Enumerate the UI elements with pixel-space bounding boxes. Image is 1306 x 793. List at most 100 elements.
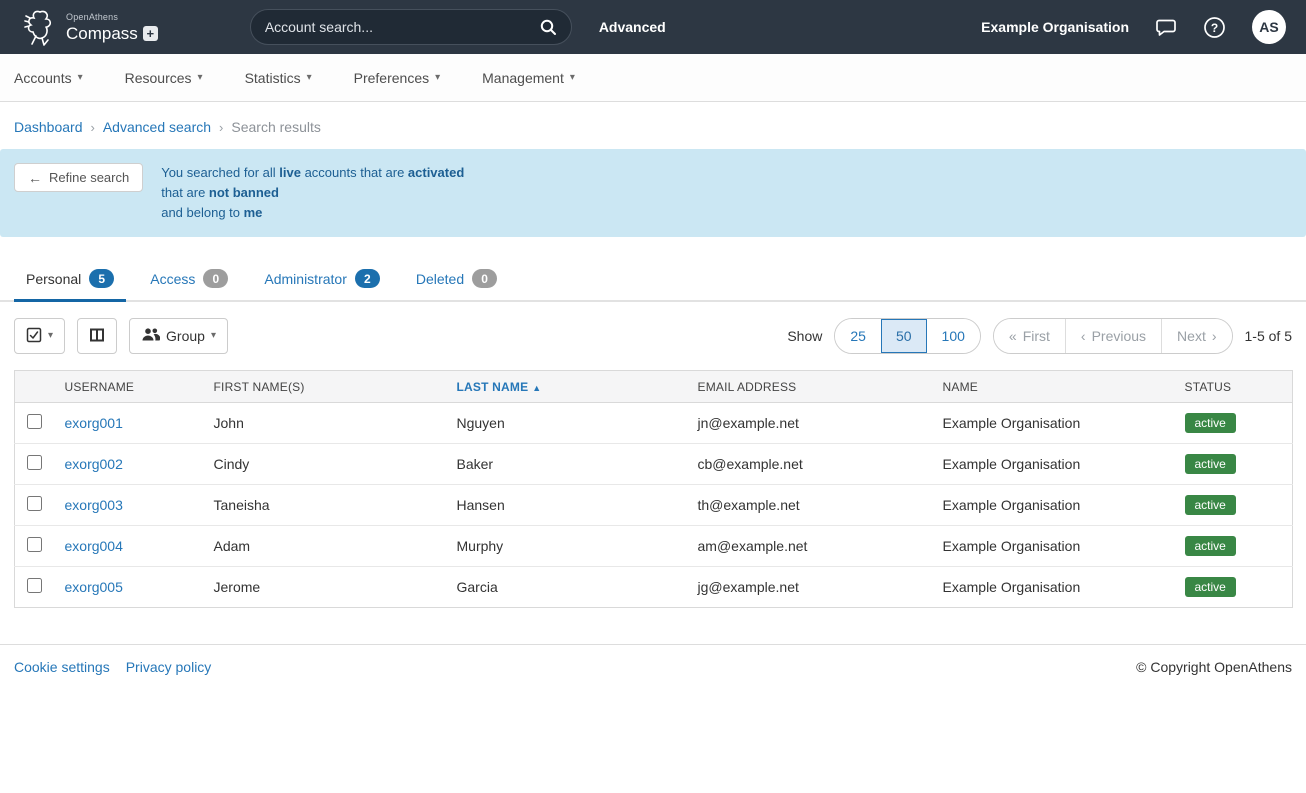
columns-button[interactable] <box>77 318 117 354</box>
breadcrumb-current: Search results <box>231 119 320 135</box>
username-link[interactable]: exorg001 <box>65 415 123 431</box>
svg-text:?: ? <box>1211 21 1218 35</box>
account-search-input[interactable] <box>265 19 539 35</box>
summary-line-3: and belong to me <box>161 203 464 223</box>
brand-compass-label: Compass <box>66 25 138 42</box>
header-checkbox-cell <box>15 371 55 403</box>
last-name-cell: Garcia <box>447 567 688 608</box>
breadcrumb: Dashboard › Advanced search › Search res… <box>0 102 1306 149</box>
column-header-status[interactable]: STATUS <box>1175 371 1293 403</box>
column-header-name[interactable]: NAME <box>933 371 1175 403</box>
org-name-cell: Example Organisation <box>933 567 1175 608</box>
email-cell: am@example.net <box>688 526 933 567</box>
search-icon[interactable] <box>539 18 557 36</box>
row-checkbox[interactable] <box>27 578 42 593</box>
brand-text: OpenAthens Compass + <box>66 13 158 42</box>
username-link[interactable]: exorg003 <box>65 497 123 513</box>
results-toolbar: ▾ Group ▾ Show 25 50 100 <box>0 302 1306 370</box>
column-header-first-name[interactable]: FIRST NAME(S) <box>204 371 447 403</box>
tab-administrator[interactable]: Administrator 2 <box>252 261 391 300</box>
status-badge: active <box>1185 495 1236 515</box>
tab-personal[interactable]: Personal 5 <box>14 261 126 300</box>
row-checkbox[interactable] <box>27 537 42 552</box>
top-header: OpenAthens Compass + Advanced Example Or… <box>0 0 1306 54</box>
copyright-text: © Copyright OpenAthens <box>1136 659 1292 675</box>
status-badge: active <box>1185 577 1236 597</box>
row-checkbox[interactable] <box>27 496 42 511</box>
column-header-email[interactable]: EMAIL ADDRESS <box>688 371 933 403</box>
nav-item-preferences[interactable]: Preferences ▾ <box>354 70 441 86</box>
row-checkbox[interactable] <box>27 414 42 429</box>
tab-access[interactable]: Access 0 <box>138 261 240 300</box>
table-row: exorg002 Cindy Baker cb@example.net Exam… <box>15 444 1293 485</box>
page-size-25[interactable]: 25 <box>835 319 881 353</box>
chevron-right-icon: › <box>1212 328 1217 344</box>
chat-icon[interactable] <box>1155 16 1177 38</box>
first-name-cell: Jerome <box>204 567 447 608</box>
first-page-button[interactable]: « First <box>994 319 1065 353</box>
row-checkbox[interactable] <box>27 455 42 470</box>
chevron-down-icon: ▾ <box>48 331 53 341</box>
tab-access-count-badge: 0 <box>203 269 228 288</box>
results-table-container: USERNAME FIRST NAME(S) LAST NAME▲ EMAIL … <box>0 370 1306 608</box>
account-search-box[interactable] <box>250 9 572 45</box>
privacy-policy-link[interactable]: Privacy policy <box>126 659 212 675</box>
user-avatar[interactable]: AS <box>1252 10 1286 44</box>
back-arrow-icon: ← <box>28 171 42 185</box>
breadcrumb-advanced-search[interactable]: Advanced search <box>103 119 211 135</box>
nav-item-resources[interactable]: Resources ▾ <box>125 70 203 86</box>
page-size-100[interactable]: 100 <box>927 319 980 353</box>
nav-item-accounts[interactable]: Accounts ▾ <box>14 70 83 86</box>
table-row: exorg004 Adam Murphy am@example.net Exam… <box>15 526 1293 567</box>
username-link[interactable]: exorg002 <box>65 456 123 472</box>
summary-line-2: that are not banned <box>161 183 464 203</box>
select-all-dropdown-button[interactable]: ▾ <box>14 318 65 354</box>
nav-item-statistics[interactable]: Statistics ▾ <box>245 70 312 86</box>
next-page-button[interactable]: Next › <box>1161 319 1231 353</box>
breadcrumb-dashboard[interactable]: Dashboard <box>14 119 83 135</box>
status-badge: active <box>1185 536 1236 556</box>
username-link[interactable]: exorg005 <box>65 579 123 595</box>
group-users-icon <box>141 327 160 345</box>
tab-deleted[interactable]: Deleted 0 <box>404 261 509 300</box>
brand-openathens-label: OpenAthens <box>66 13 158 22</box>
tab-deleted-count-badge: 0 <box>472 269 497 288</box>
search-summary-panel: ← Refine search You searched for all liv… <box>0 149 1306 237</box>
columns-icon <box>89 327 105 346</box>
results-range-label: 1-5 of 5 <box>1245 328 1292 344</box>
breadcrumb-separator-icon: › <box>219 120 223 135</box>
chevron-down-icon: ▾ <box>435 73 440 83</box>
nav-item-management[interactable]: Management ▾ <box>482 70 575 86</box>
group-dropdown-button[interactable]: Group ▾ <box>129 318 228 354</box>
chevron-down-icon: ▾ <box>78 73 83 83</box>
table-row: exorg003 Taneisha Hansen th@example.net … <box>15 485 1293 526</box>
brand-logo[interactable]: OpenAthens Compass + <box>20 6 158 48</box>
last-name-cell: Baker <box>447 444 688 485</box>
sort-ascending-icon: ▲ <box>532 383 541 393</box>
last-name-cell: Hansen <box>447 485 688 526</box>
pagination: « First ‹ Previous Next › <box>993 318 1233 354</box>
search-summary-text: You searched for all live accounts that … <box>161 163 464 223</box>
advanced-search-link[interactable]: Advanced <box>599 19 666 35</box>
chevron-left-icon: ‹ <box>1081 328 1086 344</box>
refine-search-button[interactable]: ← Refine search <box>14 163 143 192</box>
org-name-cell: Example Organisation <box>933 444 1175 485</box>
column-header-last-name[interactable]: LAST NAME▲ <box>447 371 688 403</box>
column-header-username[interactable]: USERNAME <box>55 371 204 403</box>
cookie-settings-link[interactable]: Cookie settings <box>14 659 110 675</box>
chevron-down-icon: ▾ <box>570 73 575 83</box>
status-badge: active <box>1185 454 1236 474</box>
last-name-cell: Murphy <box>447 526 688 567</box>
table-row: exorg001 John Nguyen jn@example.net Exam… <box>15 403 1293 444</box>
organisation-name: Example Organisation <box>981 19 1129 35</box>
page-size-selector: 25 50 100 <box>834 318 981 354</box>
page-size-50[interactable]: 50 <box>881 319 927 353</box>
help-icon[interactable]: ? <box>1203 16 1226 39</box>
org-name-cell: Example Organisation <box>933 403 1175 444</box>
previous-page-button[interactable]: ‹ Previous <box>1065 319 1161 353</box>
table-row: exorg005 Jerome Garcia jg@example.net Ex… <box>15 567 1293 608</box>
email-cell: cb@example.net <box>688 444 933 485</box>
openathens-owl-icon <box>20 6 60 48</box>
username-link[interactable]: exorg004 <box>65 538 123 554</box>
last-name-cell: Nguyen <box>447 403 688 444</box>
